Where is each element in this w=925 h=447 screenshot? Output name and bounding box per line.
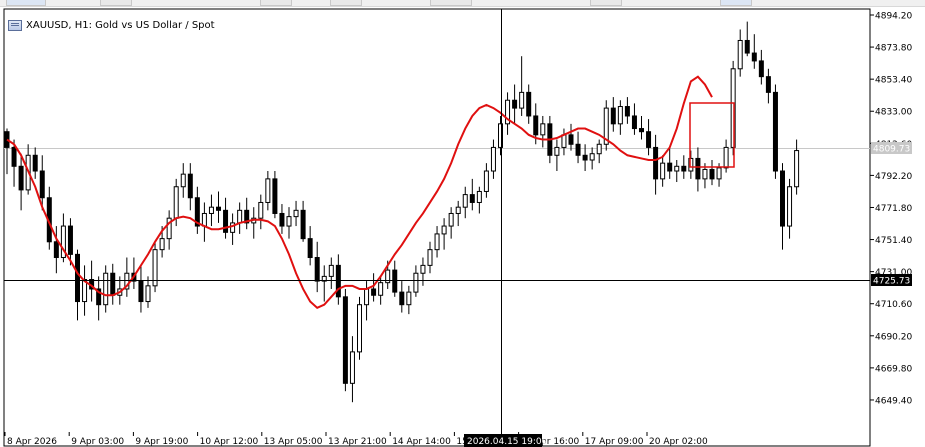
crosshair-price-label: 4725.73 [873,277,910,287]
candle [603,100,609,151]
crosshair-time-tag: 2026.04.15 19:00 [464,434,548,447]
time-axis-label: 20 Apr 02:00 [649,437,708,447]
candle [152,241,158,293]
time-axis-label: 13 Apr 21:00 [328,437,387,447]
candle [772,84,778,179]
price-axis-label: 4649.40 [875,396,912,406]
price-axis-label: 4873.80 [875,44,912,54]
time-axis-label: 8 Apr 2026 [7,437,57,447]
price-axis-label: 4833.00 [875,108,912,118]
price-chart[interactable]: 4894.204873.804853.404833.004812.604792.… [0,6,925,447]
chart-window-icon [8,20,22,31]
price-axis-label: 4710.60 [875,300,912,310]
time-axis-label: 17 Apr 09:00 [585,437,644,447]
time-axis-label: 9 Apr 19:00 [135,437,188,447]
crosshair-price-tag: 4725.73 [871,274,912,287]
time-axis-label: 14 Apr 14:00 [392,437,451,447]
price-axis-label: 4792.20 [875,172,912,182]
candle [342,288,348,392]
symbol-header: XAUUSD, H1: Gold vs US Dollar / Spot [8,20,215,31]
time-axis-label: 9 Apr 03:00 [71,437,124,447]
price-axis-label: 4690.20 [875,332,912,342]
bid-price-label: 4809.73 [873,145,910,155]
time-axis-label: 10 Apr 12:00 [200,437,259,447]
crosshair-time-label: 2026.04.15 19:00 [467,437,548,447]
price-axis: 4894.204873.804853.404833.004812.604792.… [870,12,912,406]
price-axis-label: 4669.80 [875,364,912,374]
chart-canvas[interactable]: 4894.204873.804853.404833.004812.604792.… [0,6,925,447]
candle [357,296,362,360]
bid-price-tag: 4809.73 [871,142,912,155]
price-axis-label: 4853.40 [875,76,912,86]
price-axis-label: 4894.20 [875,12,912,22]
price-axis-label: 4751.40 [875,236,912,246]
time-axis-label: 13 Apr 05:00 [264,437,323,447]
symbol-title: XAUUSD, H1: Gold vs US Dollar / Spot [26,20,215,31]
price-axis-label: 4771.80 [875,204,912,214]
